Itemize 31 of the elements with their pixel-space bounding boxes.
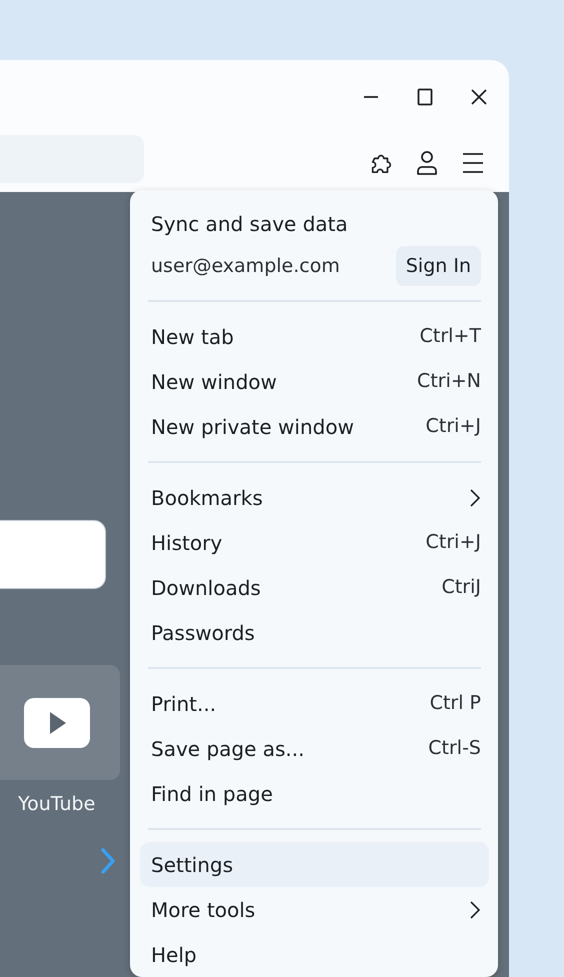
menu-item[interactable]: More tools [151, 887, 481, 932]
sign-in-button[interactable]: Sign In [396, 246, 481, 286]
shortcut-label: CtriJ [442, 575, 481, 600]
menu-item[interactable]: Find in page [151, 771, 481, 816]
shortcut-label: Ctri+J [426, 530, 481, 556]
menu-item[interactable]: Settings [140, 842, 489, 887]
play-icon [23, 696, 91, 748]
menu-item[interactable]: Downloads CtriJ [151, 565, 481, 610]
close-button[interactable] [469, 87, 489, 107]
menu-item[interactable]: Save page as... Ctrl-S [151, 726, 481, 771]
menu-heading: Sync and save data [151, 211, 348, 238]
menu-item[interactable]: New tab Ctrl+T [151, 314, 481, 359]
shortcut-tile[interactable] [0, 665, 120, 780]
menu-item[interactable]: Help [151, 932, 481, 977]
shortcut-label: Ctrl+T [420, 324, 481, 350]
menu-item[interactable]: Bookmarks [151, 475, 481, 520]
shortcut-label: Ctrl P [430, 691, 481, 716]
shortcut-label: Ctri+N [417, 369, 481, 394]
account-email: user@example.com [151, 254, 340, 279]
menu-icon[interactable] [461, 150, 485, 176]
shortcut-label: Ctri+J [426, 414, 481, 440]
menu-item[interactable]: New window Ctri+N [151, 359, 481, 404]
shortcut-label: Ctrl-S [428, 736, 481, 762]
menu-item[interactable]: Print... Ctrl P [151, 681, 481, 726]
menu-item[interactable]: History Ctri+J [151, 520, 481, 565]
shortcut-label: YouTube [18, 792, 96, 817]
search-field[interactable] [0, 520, 106, 589]
profile-icon[interactable] [415, 150, 439, 176]
menu-item[interactable]: Passwords [151, 610, 481, 655]
menu-item[interactable]: New private window Ctri+J [151, 404, 481, 449]
maximize-button[interactable] [415, 87, 435, 107]
